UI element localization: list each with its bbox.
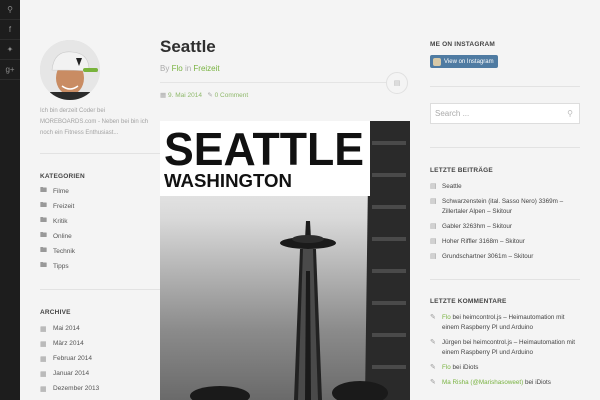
folder-icon: 🖿 [40,217,47,224]
divider [430,147,580,148]
archive-item[interactable]: ▦ Januar 2014 [40,366,99,381]
comment-icon: ✎ [430,379,436,386]
category-item[interactable]: 🖿 Kritik [40,214,75,229]
category-list: 🖿 Filme 🖿 Freizeit 🖿 Kritik 🖿 Online 🖿 Techni… [40,184,75,274]
comment-icon: ✎ [430,364,436,371]
featured-image[interactable]: SEATTLE WASHINGTON [160,121,410,400]
avatar[interactable] [40,40,100,100]
recent-post-item[interactable]: ▤ Schwarzenstein (ital. Sasso Nero) 3369m… [430,197,580,217]
archive-list: ▦ Mai 2014 ▦ März 2014 ▦ Februar 2014 ▦ Janu… [40,321,99,396]
post-title[interactable]: Seattle [160,37,216,57]
recent-comments-list: ✎ Flo bei heimcontrol.js – Heimautomatio… [430,313,580,388]
left-sidebar: Ich bin derzeit Coder bei MOREBOARDS.com… [20,0,160,400]
comment-count[interactable]: 0 Comment [215,92,249,99]
search-input[interactable]: Search ... ⚲ [430,103,580,124]
comment-author[interactable]: Ma Risha (@Marishasoweet) [442,379,523,386]
divider [40,153,160,154]
recent-posts-list: ▤ Seattle ▤ Schwarzenstein (ital. Sasso Ne… [430,182,580,262]
archive-heading: ARCHIVE [40,309,71,316]
comment-post-link[interactable]: iDiots [463,364,479,371]
category-item[interactable]: 🖿 Online [40,229,75,244]
twitter-icon[interactable]: ✦ [0,40,20,60]
comment-post-link[interactable]: iDiots [535,379,551,386]
calendar-icon: ▦ [40,340,47,348]
category-item[interactable]: 🖿 Freizeit [40,199,75,214]
author-link[interactable]: Flo [172,64,183,73]
comment-post-link[interactable]: heimcontrol.js – Heimautomation mit eine… [442,314,565,331]
recent-comment-item: ✎ Jürgen bei heimcontrol.js – Heimautoma… [430,339,576,356]
recent-post-item[interactable]: ▤ Grundschartner 3061m – Skitour [430,252,580,262]
document-icon: ▤ [430,183,437,190]
categories-heading: KATEGORIEN [40,173,85,180]
google-plus-icon[interactable]: g+ [0,60,20,80]
folder-icon: 🖿 [40,232,47,239]
archive-item[interactable]: ▦ Mai 2014 [40,321,99,336]
post-byline: By Flo in Freizeit [160,64,220,73]
calendar-icon: ▦ [40,325,47,333]
recent-post-item[interactable]: ▤ Hoher Riffler 3168m – Skitour [430,237,580,247]
document-icon: ▤ [430,223,437,230]
view-on-instagram-button[interactable]: View on Instagram [430,55,498,68]
right-sidebar: ME ON INSTAGRAM View on Instagram Search… [430,0,580,400]
recent-comment-item: ✎ Ma Risha (@Marishasoweet) bei iDiots [430,379,551,386]
post-format-icon: ▤ [386,72,408,94]
comment-icon: ✎ [430,339,436,346]
comment-post-link[interactable]: heimcontrol.js – Heimautomation mit eine… [442,339,575,356]
comment-author[interactable]: Flo [442,314,451,321]
category-item[interactable]: 🖿 Tipps [40,259,75,274]
facebook-icon[interactable]: f [0,20,20,40]
post-column: Seattle By Flo in Freizeit ▤ ▦ 9. Mai 20… [160,0,410,400]
comment-author[interactable]: Flo [442,364,451,371]
instagram-icon [433,57,441,66]
document-icon: ▤ [430,198,437,205]
document-icon: ▤ [430,238,437,245]
divider [430,86,580,87]
document-icon: ▤ [430,253,437,260]
folder-icon: 🖿 [40,187,47,194]
post-meta: ▦ 9. Mai 2014 ✎ 0 Comment [160,91,248,99]
instagram-heading: ME ON INSTAGRAM [430,41,495,48]
recent-post-item[interactable]: ▤ Seattle [430,182,580,192]
category-link[interactable]: Freizeit [193,64,219,73]
recent-post-item[interactable]: ▤ Gabler 3263hm – Skitour [430,222,580,232]
search-icon[interactable]: ⚲ [567,104,573,123]
comment-author: Jürgen [442,339,462,346]
calendar-icon: ▦ [40,370,47,378]
hero-title-line1: SEATTLE [164,123,364,175]
comment-icon: ✎ [207,92,213,99]
folder-icon: 🖿 [40,202,47,209]
hero-title-line2: WASHINGTON [164,171,292,191]
divider [430,279,580,280]
archive-item[interactable]: ▦ Februar 2014 [40,351,99,366]
divider [160,82,388,83]
category-item[interactable]: 🖿 Filme [40,184,75,199]
recent-comments-heading: LETZTE KOMMENTARE [430,298,507,305]
calendar-icon: ▦ [40,385,47,393]
post-date[interactable]: 9. Mai 2014 [168,92,202,99]
category-item[interactable]: 🖿 Technik [40,244,75,259]
author-bio: Ich bin derzeit Coder bei MOREBOARDS.com… [40,108,149,136]
comment-icon: ✎ [430,314,436,321]
recent-posts-heading: LETZTE BEITRÄGE [430,167,493,174]
recent-comment-item: ✎ Flo bei heimcontrol.js – Heimautomatio… [430,314,565,331]
divider [40,289,160,290]
recent-comment-item: ✎ Flo bei iDiots [430,364,479,371]
folder-icon: 🖿 [40,247,47,254]
calendar-icon: ▦ [160,92,167,99]
archive-item[interactable]: ▦ März 2014 [40,336,99,351]
social-icon-bar: ⚲ f ✦ g+ [0,0,20,400]
search-icon[interactable]: ⚲ [0,0,20,20]
folder-icon: 🖿 [40,262,47,269]
calendar-icon: ▦ [40,355,47,363]
archive-item[interactable]: ▦ Dezember 2013 [40,381,99,396]
